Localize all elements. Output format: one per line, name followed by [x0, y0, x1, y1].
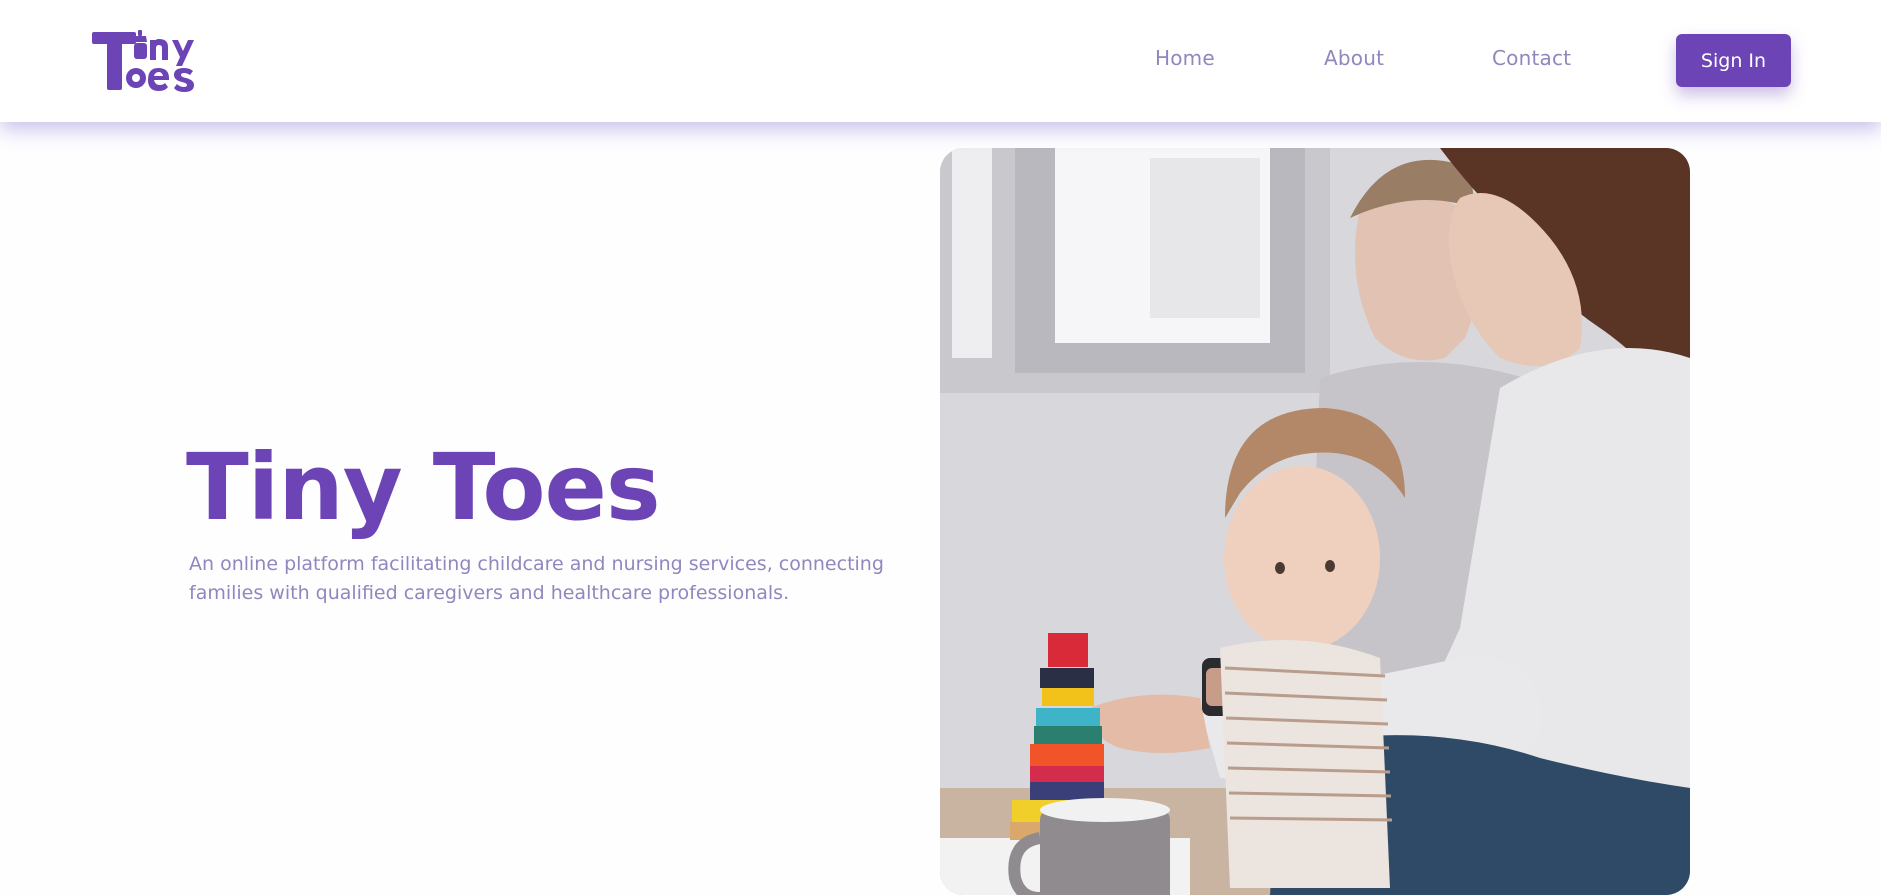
- tiny-toes-logo-icon: [92, 30, 194, 92]
- hero-photo: [940, 148, 1690, 895]
- hero-description: An online platform facilitating childcar…: [189, 553, 884, 604]
- nav-link-contact[interactable]: Contact: [1492, 46, 1571, 70]
- nav-link-home[interactable]: Home: [1155, 46, 1215, 70]
- nav-link-about[interactable]: About: [1324, 46, 1384, 70]
- hero-title: Tiny Toes: [186, 434, 661, 541]
- top-navbar: Home About Contact Sign In: [0, 0, 1881, 122]
- sign-in-button[interactable]: Sign In: [1676, 34, 1791, 87]
- brand-logo[interactable]: [92, 28, 212, 94]
- family-photo-illustration: [940, 148, 1690, 895]
